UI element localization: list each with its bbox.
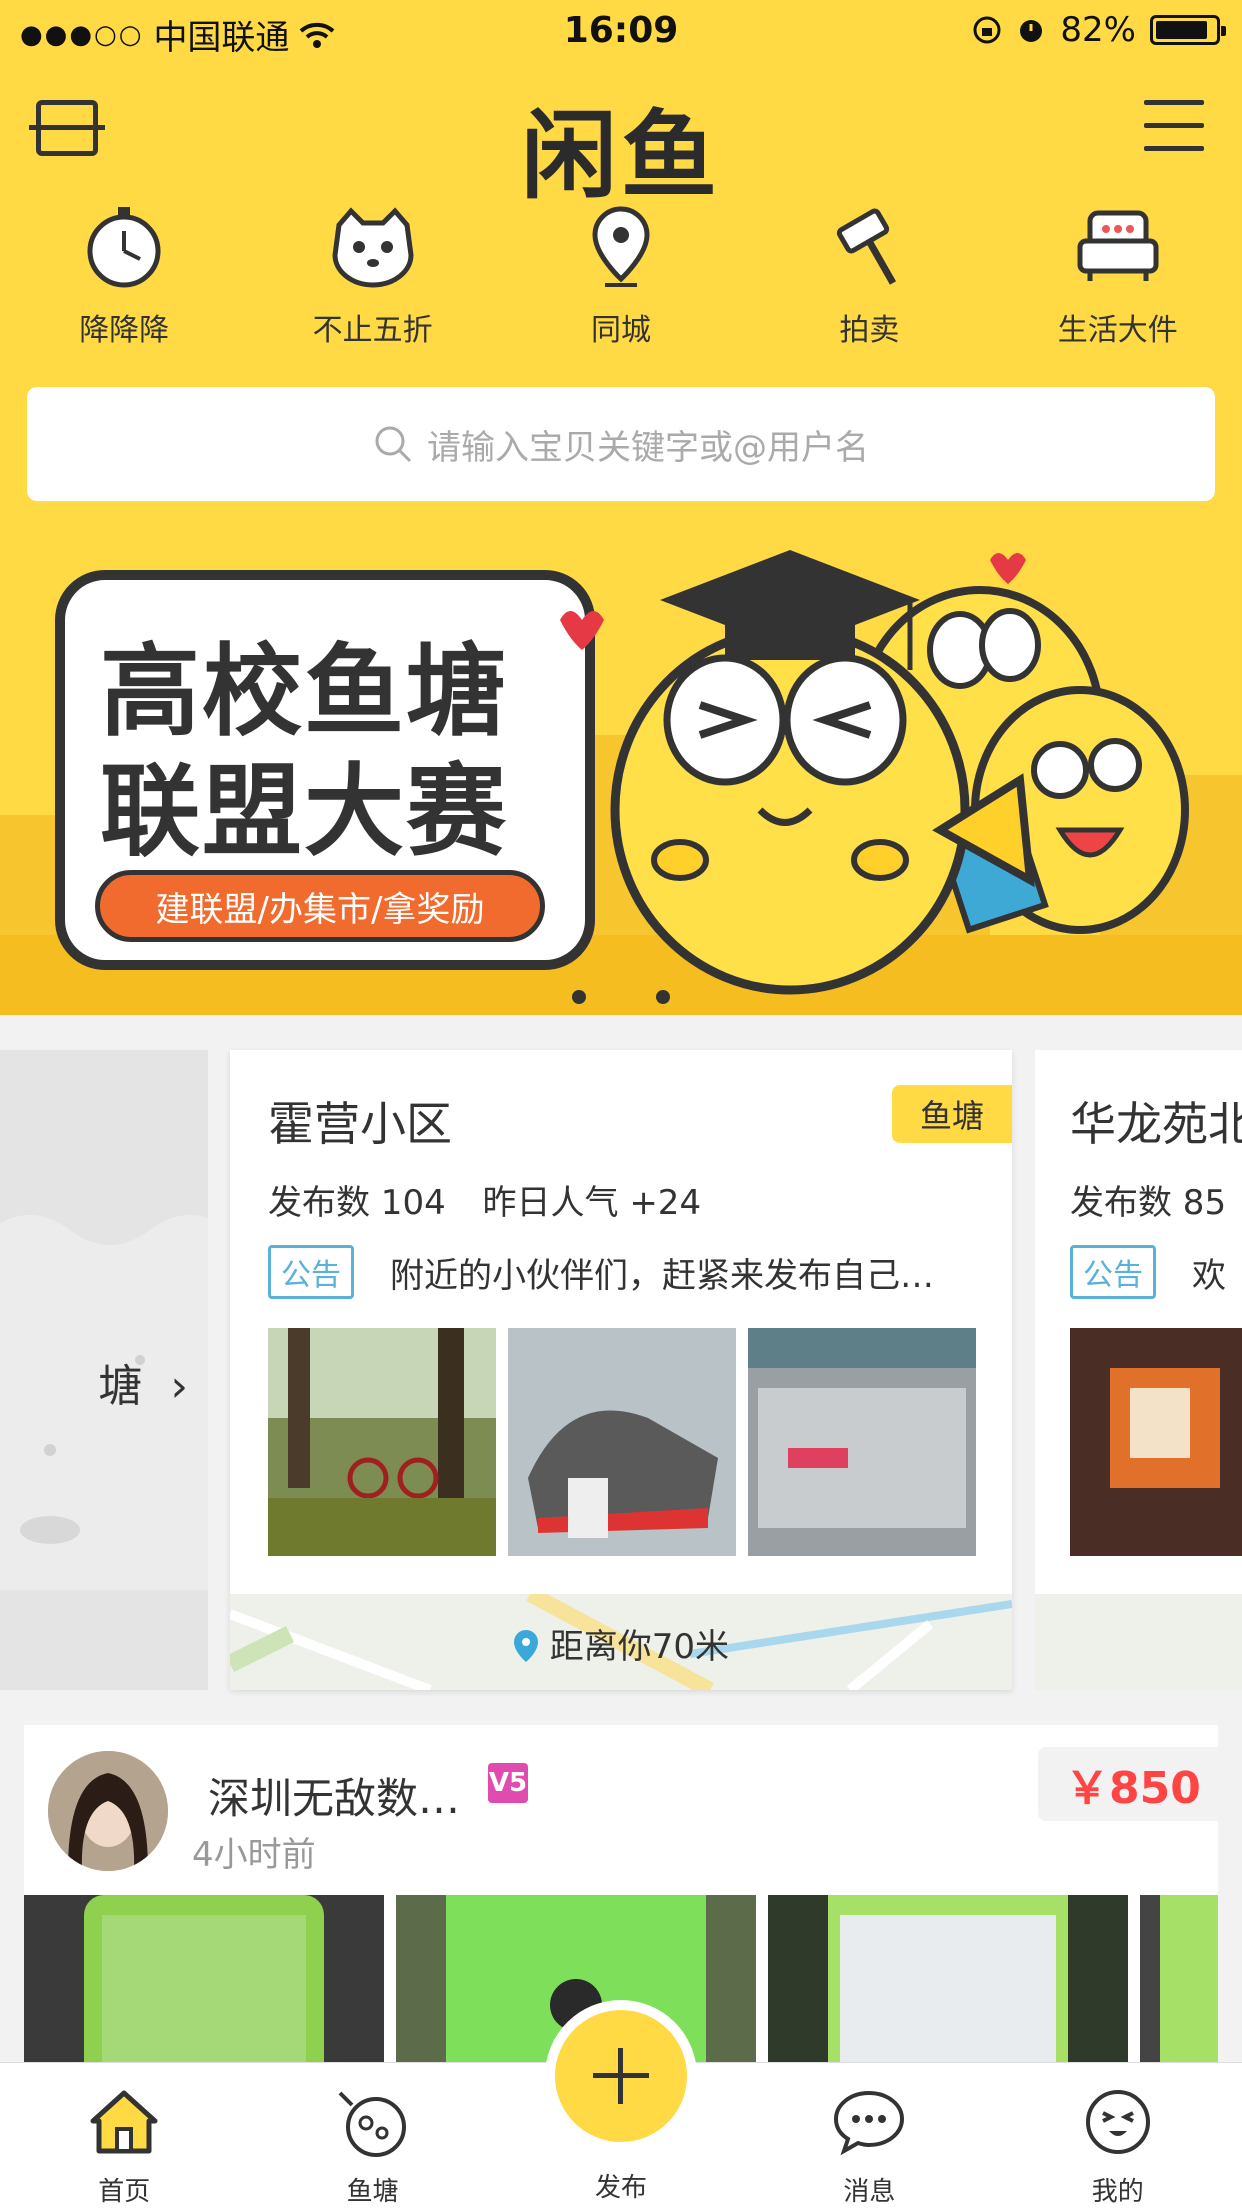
chevron-right-icon: › xyxy=(170,1361,188,1412)
battery-percent: 82% xyxy=(1060,10,1136,50)
location-pin-icon xyxy=(513,1630,538,1662)
plus-icon xyxy=(555,2010,687,2142)
category-label: 同城 xyxy=(590,313,651,348)
mascot-fish-illustration xyxy=(560,550,1189,995)
category-label: 生活大件 xyxy=(1057,313,1178,348)
banner-pager xyxy=(0,990,1242,1004)
search-bar[interactable]: 请输入宝贝关键字或@用户名 xyxy=(27,387,1215,501)
tab-label: 首页 xyxy=(98,2177,151,2207)
notice-badge: 公告 xyxy=(268,1245,354,1299)
publish-button[interactable] xyxy=(545,2000,697,2152)
banner-title-board: 高校鱼塘 联盟大赛 建联盟/办集市/拿奖励 xyxy=(55,570,595,970)
seller-name[interactable]: 深圳无敌数… xyxy=(208,1765,460,1826)
pond-name: 霍营小区 xyxy=(268,1097,452,1151)
item-photo[interactable] xyxy=(768,1895,1128,2085)
header-area: ●●●○○ 中国联通 16:09 82% 闲鱼 降降降 不止五折 同城 拍卖 生… xyxy=(0,0,1242,1015)
tab-profile[interactable]: 我的 xyxy=(994,2063,1242,2208)
category-row: 降降降 不止五折 同城 拍卖 生活大件 xyxy=(0,205,1242,360)
category-half-off[interactable]: 不止五折 xyxy=(248,205,496,360)
pond-card-next[interactable]: 华龙苑北 发布数 85 公告 欢 xyxy=(1035,1050,1242,1690)
tab-label: 鱼塘 xyxy=(346,2177,399,2207)
banner-subtitle: 建联盟/办集市/拿奖励 xyxy=(95,870,545,942)
pager-dot xyxy=(656,990,670,1004)
tab-fish-pond[interactable]: 鱼塘 xyxy=(248,2063,496,2208)
category-label: 不止五折 xyxy=(312,313,433,348)
pond-stats: 发布数 104 昨日人气 +24 xyxy=(268,1175,701,1224)
stopwatch-icon xyxy=(87,207,161,288)
promo-banner[interactable]: 高校鱼塘 联盟大赛 建联盟/办集市/拿奖励 xyxy=(0,500,1242,1015)
pond-photos xyxy=(268,1328,976,1556)
location-pin-icon xyxy=(592,206,650,287)
pond-notice[interactable]: 公告 附近的小伙伴们，赶紧来发布自己… xyxy=(268,1245,934,1299)
pond-popularity: 昨日人气 +24 xyxy=(482,1183,702,1223)
pond-name: 华龙苑北 xyxy=(1070,1097,1242,1151)
pond-card-previous[interactable]: 塘 › xyxy=(0,1050,208,1690)
nav-bar: 闲鱼 xyxy=(0,70,1242,212)
pond-photo[interactable] xyxy=(268,1328,496,1556)
home-icon xyxy=(90,2090,158,2154)
rotation-lock-icon xyxy=(973,16,1001,44)
notice-badge: 公告 xyxy=(1070,1245,1156,1299)
item-price: ￥850 xyxy=(1038,1747,1218,1821)
pond-notice[interactable]: 公告 欢 xyxy=(1070,1245,1226,1299)
category-auction[interactable]: 拍卖 xyxy=(745,205,993,360)
pond-card[interactable]: 霍营小区 鱼塘 发布数 104 昨日人气 +24 公告 附近的小伙伴们，赶紧来发… xyxy=(230,1050,1012,1690)
pond-photo[interactable] xyxy=(508,1328,736,1556)
tab-label: 消息 xyxy=(843,2177,896,2207)
alarm-icon xyxy=(1020,20,1043,42)
category-local[interactable]: 同城 xyxy=(497,205,745,360)
menu-icon[interactable] xyxy=(1144,100,1204,152)
search-placeholder: 请输入宝贝关键字或@用户名 xyxy=(427,427,869,468)
status-bar: ●●●○○ 中国联通 16:09 82% xyxy=(0,0,1242,60)
sofa-icon xyxy=(1077,210,1159,281)
pond-tag: 鱼塘 xyxy=(892,1085,1012,1143)
item-photo[interactable] xyxy=(24,1895,384,2085)
category-label: 降降降 xyxy=(79,313,170,348)
vip-badge: V5 xyxy=(488,1763,528,1803)
pond-post-count: 发布数 104 xyxy=(268,1183,446,1223)
auction-hammer-icon xyxy=(837,208,897,285)
cat-face-icon xyxy=(332,207,414,288)
notice-text: 附近的小伙伴们，赶紧来发布自己… xyxy=(390,1255,934,1296)
category-big-items[interactable]: 生活大件 xyxy=(994,205,1242,360)
banner-title-line2: 联盟大赛 xyxy=(100,753,508,870)
fish-pond-carousel[interactable]: 塘 › 霍营小区 鱼塘 发布数 104 昨日人气 +24 公告 附近的小伙伴们，… xyxy=(0,1050,1242,1690)
avatar[interactable] xyxy=(48,1751,168,1871)
app-logo: 闲鱼 xyxy=(521,100,721,212)
search-icon xyxy=(375,426,412,463)
fish-pond-icon xyxy=(338,2091,406,2157)
pond-map[interactable] xyxy=(1035,1594,1242,1690)
pond-post-count: 发布数 85 xyxy=(1070,1183,1227,1223)
item-photo[interactable] xyxy=(1140,1895,1218,2085)
category-label: 拍卖 xyxy=(839,313,900,348)
tab-home[interactable]: 首页 xyxy=(0,2063,248,2208)
pond-card-previous-text: 塘 › xyxy=(98,1361,188,1412)
post-time: 4小时前 xyxy=(192,1835,316,1875)
battery-icon xyxy=(1150,15,1226,45)
face-icon xyxy=(1085,2090,1150,2154)
pager-dot xyxy=(572,990,586,1004)
notice-text: 欢 xyxy=(1192,1255,1226,1296)
pond-photo[interactable] xyxy=(1070,1328,1242,1556)
chat-bubble-icon xyxy=(834,2090,905,2156)
pond-distance: 距离你70米 xyxy=(230,1619,1012,1668)
category-price-drop[interactable]: 降降降 xyxy=(0,205,248,360)
pond-photo[interactable] xyxy=(748,1328,976,1556)
tab-messages[interactable]: 消息 xyxy=(745,2063,993,2208)
tab-label: 发布 xyxy=(594,2173,647,2203)
pond-map[interactable]: 距离你70米 xyxy=(230,1594,1012,1690)
avatar-image xyxy=(48,1751,168,1871)
tab-label: 我的 xyxy=(1091,2177,1144,2207)
